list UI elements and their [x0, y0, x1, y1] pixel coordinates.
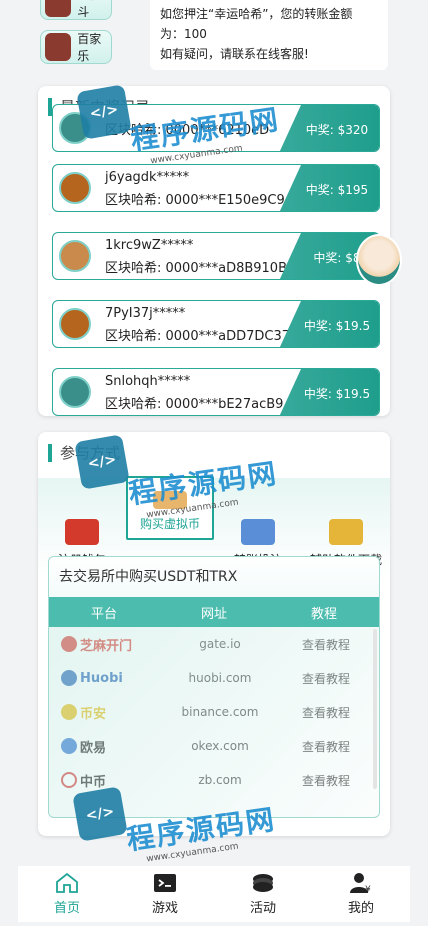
nav-label: 首页	[53, 901, 80, 916]
bet-notice: 如您押注“幸运哈希”，您的转账金额 为：100 如有疑问，请联系在线客服!	[150, 0, 388, 70]
record-name: j6yagdk*****	[105, 170, 190, 185]
header-url: 网址	[200, 606, 227, 622]
zb-logo: 中币	[49, 771, 167, 790]
record-name: Snlohqh*****	[105, 374, 191, 389]
dragon-tiger-icon	[45, 0, 72, 17]
avatar	[59, 172, 91, 204]
winner-record: 1krc9wZ***** 区块哈希: 0000***aD8B910B 中奖: $…	[52, 232, 380, 280]
wallet-icon	[65, 519, 99, 545]
tutorial-link[interactable]: 查看教程	[273, 738, 379, 755]
avatar	[59, 240, 91, 272]
watermark-logo-icon: </>	[76, 84, 132, 140]
game-label: 龙虎斗	[77, 0, 101, 19]
trophy-icon	[329, 519, 363, 545]
logo-text: Huobi	[80, 670, 123, 686]
transfer-icon	[241, 519, 275, 545]
record-name: 7PyI37j*****	[105, 306, 186, 321]
nav-profile[interactable]: ¥ 我的	[312, 866, 410, 922]
huobi-logo: Huobi	[49, 670, 167, 686]
notice-line: 为：100	[160, 27, 207, 41]
notice-line: 如有疑问，请联系在线客服!	[160, 47, 309, 61]
exchange-url[interactable]: zb.com	[167, 773, 273, 787]
record-name: 1krc9wZ*****	[105, 238, 194, 253]
customer-service-avatar[interactable]	[356, 234, 402, 286]
record-hash: 区块哈希: 0000***aDD7DC37	[105, 329, 290, 344]
record-prize: 中奖: $320	[279, 105, 379, 151]
notice-line: 如您押注“幸运哈希”，您的转账金额	[160, 7, 353, 21]
nav-label: 我的	[347, 901, 374, 916]
tutorial-link[interactable]: 查看教程	[273, 636, 379, 653]
exchange-row: 欧易 okex.com 查看教程	[49, 729, 379, 763]
record-prize: 中奖: $19.5	[279, 301, 379, 347]
home-icon	[56, 872, 78, 893]
exchange-row: Huobi huobi.com 查看教程	[49, 661, 379, 695]
record-hash: 区块哈希: 0000***bE27acB9	[105, 397, 284, 412]
avatar	[59, 308, 91, 340]
logo-text: 欧易	[80, 740, 107, 756]
nav-activity[interactable]: 活动	[214, 866, 312, 922]
exchange-row: 币安 binance.com 查看教程	[49, 695, 379, 729]
record-prize: 中奖: $195	[279, 165, 379, 211]
game-dragon-tiger-button[interactable]: 龙虎斗	[40, 0, 112, 20]
header-platform: 平台	[90, 606, 117, 622]
gate-logo-icon	[61, 636, 77, 652]
watermark-logo-icon: </>	[74, 434, 130, 490]
record-prize: 中奖: $19.5	[279, 369, 379, 415]
user-icon: ¥	[350, 873, 371, 894]
nav-games[interactable]: 游戏	[116, 866, 214, 922]
exchange-scrollbar[interactable]	[373, 629, 377, 789]
exchange-url[interactable]: binance.com	[167, 705, 273, 719]
nav-home[interactable]: 首页	[18, 866, 116, 922]
game-label: 百家乐	[77, 32, 102, 63]
game-baccarat-button[interactable]: 百家乐	[40, 30, 112, 64]
binance-logo-icon	[61, 704, 77, 720]
activity-icon	[253, 874, 273, 892]
exchange-title: 去交易所中购买USDT和TRX	[49, 557, 379, 597]
svg-text:¥: ¥	[365, 885, 371, 894]
gate-logo: 芝麻开门	[49, 635, 167, 654]
huobi-logo-icon	[61, 670, 77, 686]
winner-record: 7PyI37j***** 区块哈希: 0000***aDD7DC37 中奖: $…	[52, 300, 380, 348]
exchange-table-header: 平台 网址 教程	[49, 597, 379, 627]
winner-record: Snlohqh***** 区块哈希: 0000***bE27acB9 中奖: $…	[52, 368, 380, 416]
bottom-nav: 首页 游戏 活动 ¥ 我的	[18, 866, 410, 922]
winner-record: j6yagdk***** 区块哈希: 0000***E150e9C9 中奖: $…	[52, 164, 380, 212]
zb-logo-icon	[61, 772, 77, 788]
baccarat-icon	[45, 33, 72, 61]
okex-logo-icon	[61, 738, 77, 754]
okex-logo: 欧易	[49, 737, 167, 756]
game-icon	[154, 874, 176, 892]
watermark-logo-icon: </>	[72, 786, 128, 842]
nav-label: 活动	[249, 901, 276, 916]
avatar	[59, 376, 91, 408]
exchange-url[interactable]: okex.com	[167, 739, 273, 753]
logo-text: 币安	[80, 706, 107, 722]
nav-label: 游戏	[151, 901, 178, 916]
top-section: 龙虎斗 百家乐 如您押注“幸运哈希”，您的转账金额 为：100 如有疑问，请联系…	[38, 0, 390, 72]
header-tutorial: 教程	[310, 606, 337, 622]
exchange-row: 芝麻开门 gate.io 查看教程	[49, 627, 379, 661]
record-hash: 区块哈希: 0000***aD8B910B	[105, 261, 287, 276]
exchange-url[interactable]: huobi.com	[167, 671, 273, 685]
logo-text: 芝麻开门	[80, 638, 133, 654]
tutorial-link[interactable]: 查看教程	[273, 772, 379, 789]
binance-logo: 币安	[49, 703, 167, 722]
record-hash: 区块哈希: 0000***E150e9C9	[105, 193, 285, 208]
exchange-panel: 去交易所中购买USDT和TRX 平台 网址 教程 芝麻开门 gate.io 查看…	[48, 556, 380, 818]
tutorial-link[interactable]: 查看教程	[273, 704, 379, 721]
tutorial-link[interactable]: 查看教程	[273, 670, 379, 687]
logo-text: 中币	[80, 774, 107, 790]
exchange-url[interactable]: gate.io	[167, 637, 273, 651]
